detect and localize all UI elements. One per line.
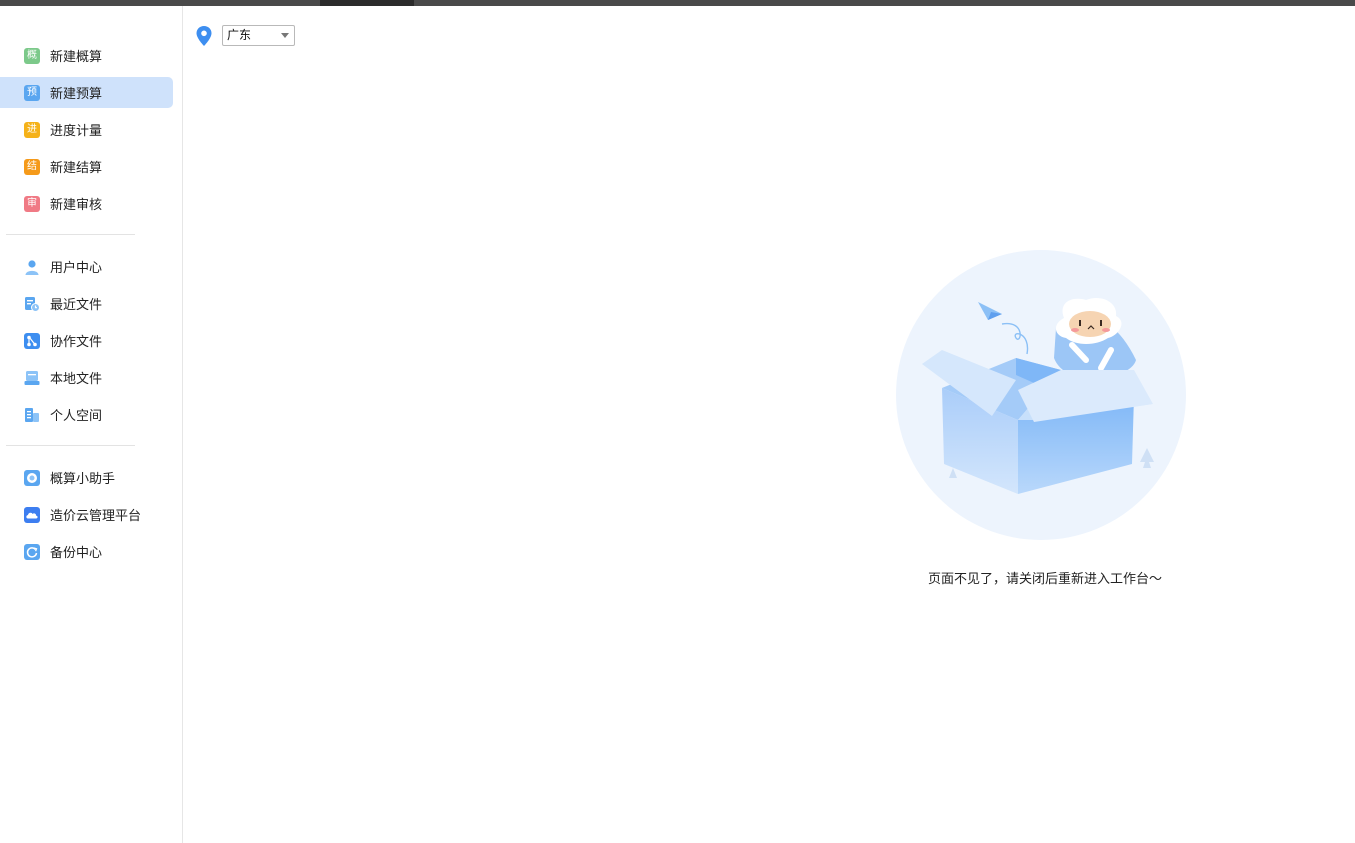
- sidebar-item-label: 个人空间: [50, 409, 103, 424]
- collab-file-icon: [24, 332, 40, 349]
- sidebar-item-progress-measure[interactable]: 进 进度计量: [0, 114, 173, 145]
- sidebar-item-new-estimate[interactable]: 概 新建概算: [0, 40, 173, 71]
- sidebar-item-new-settlement[interactable]: 结 新建结算: [0, 151, 173, 182]
- local-file-icon: [24, 370, 40, 386]
- sidebar-item-estimate-assistant[interactable]: 概算小助手: [0, 462, 173, 493]
- sidebar-item-recent-files[interactable]: 最近文件: [0, 288, 173, 319]
- recent-file-icon: [24, 296, 40, 312]
- sidebar-divider: [6, 445, 135, 446]
- main-content: 广东 页面不见了，请关闭后重新进入工作台～: [184, 6, 1355, 843]
- user-icon: [24, 259, 40, 275]
- sidebar-item-label: 概算小助手: [50, 472, 116, 487]
- sidebar-item-new-audit[interactable]: 审 新建审核: [0, 188, 173, 219]
- assistant-icon: [24, 469, 40, 486]
- cloud-icon: [24, 506, 40, 523]
- sidebar-item-label: 协作文件: [50, 335, 103, 350]
- sidebar-item-cost-cloud-platform[interactable]: 造价云管理平台: [0, 499, 173, 530]
- gai-icon: 概: [24, 47, 40, 64]
- sidebar-divider: [6, 234, 135, 235]
- sidebar-item-new-budget[interactable]: 预 新建预算: [0, 77, 173, 108]
- sidebar-item-label: 新建预算: [50, 87, 103, 102]
- sidebar-item-backup-center[interactable]: 备份中心: [0, 536, 173, 567]
- yu-icon: 预: [24, 84, 40, 101]
- sidebar-item-label: 本地文件: [50, 372, 103, 387]
- location-pin-icon: [196, 26, 212, 46]
- chevron-down-icon: [281, 33, 289, 38]
- empty-box-illustration: [896, 250, 1186, 540]
- sidebar-item-local-files[interactable]: 本地文件: [0, 362, 173, 393]
- sidebar-item-label: 进度计量: [50, 124, 103, 139]
- shen-icon: 审: [24, 195, 40, 212]
- backup-icon: [24, 543, 40, 560]
- personal-space-icon: [24, 407, 40, 423]
- sidebar-item-label: 新建审核: [50, 198, 103, 213]
- sidebar-item-user-center[interactable]: 用户中心: [0, 251, 173, 282]
- sidebar-item-label: 备份中心: [50, 546, 103, 561]
- sidebar-item-label: 造价云管理平台: [50, 509, 142, 524]
- empty-state-message: 页面不见了，请关闭后重新进入工作台～: [927, 572, 1162, 587]
- sidebar-item-label: 新建结算: [50, 161, 103, 176]
- jie-icon: 结: [24, 158, 40, 175]
- sidebar-item-label: 新建概算: [50, 50, 103, 65]
- sidebar-item-label: 用户中心: [50, 261, 103, 276]
- sidebar: 概 新建概算 预 新建预算 进 进度计量 结 新建结算 审 新建审核 用户中心 …: [0, 6, 183, 843]
- sidebar-item-personal-space[interactable]: 个人空间: [0, 399, 173, 430]
- sidebar-item-collab-files[interactable]: 协作文件: [0, 325, 173, 356]
- jin-icon: 进: [24, 121, 40, 138]
- region-select[interactable]: 广东: [222, 25, 295, 46]
- sidebar-item-label: 最近文件: [50, 298, 103, 313]
- region-select-value: 广东: [227, 28, 252, 42]
